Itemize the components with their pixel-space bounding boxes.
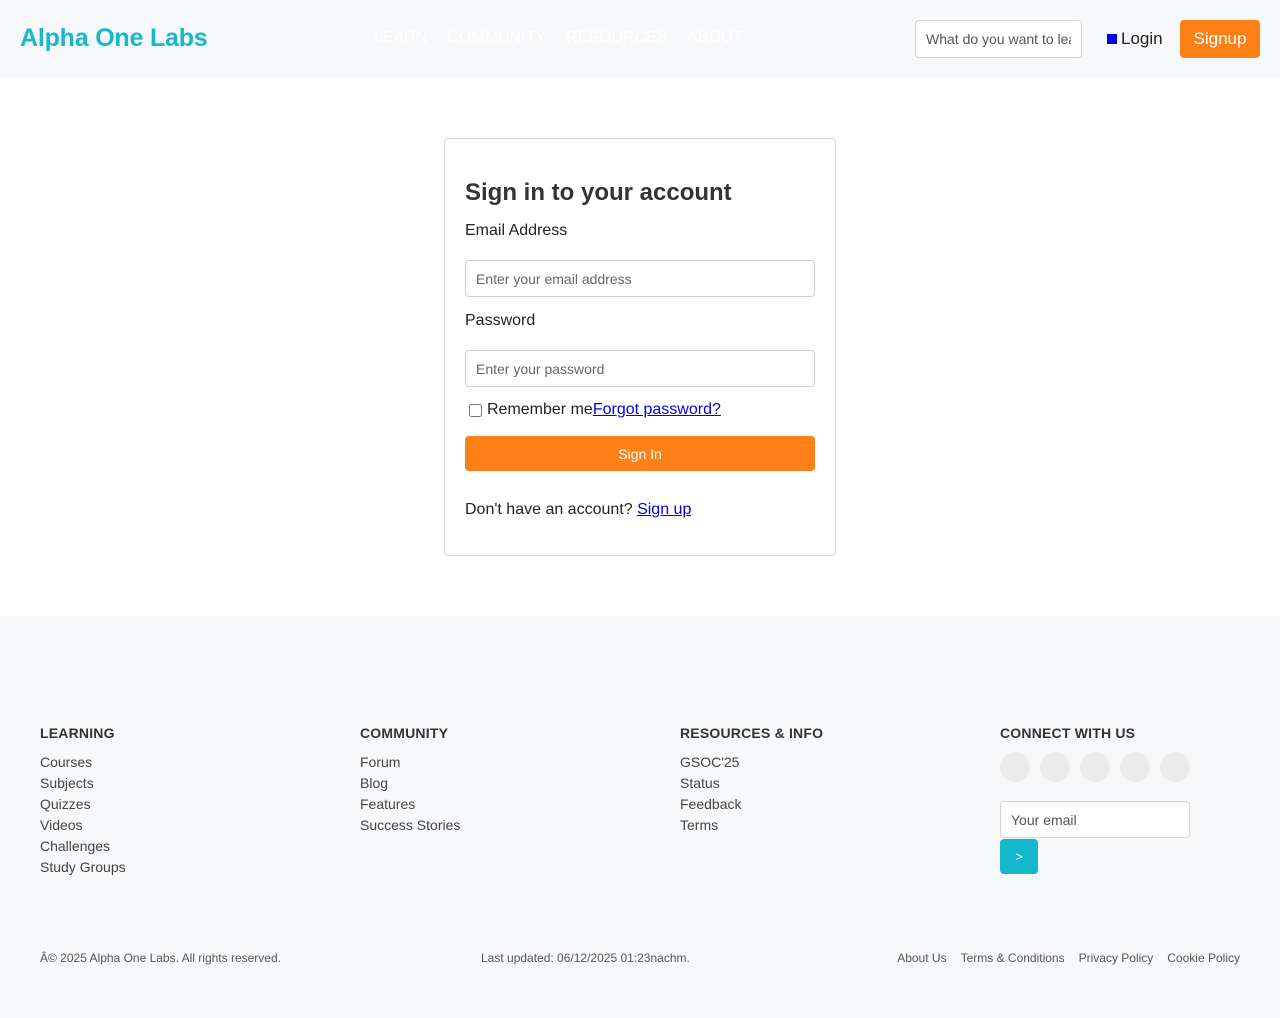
footer-resources: RESOURCES & INFO GSOC'25 Status Feedback… [680, 725, 823, 836]
footer-link-features[interactable]: Features [360, 794, 460, 815]
footer-link-videos[interactable]: Videos [40, 815, 126, 836]
social-links [1000, 752, 1190, 782]
email-label: Email Address [465, 222, 568, 239]
signin-title: Sign in to your account [465, 179, 732, 206]
footer-link-terms[interactable]: Terms [680, 815, 823, 836]
remember-label: Remember me [487, 401, 593, 418]
footer-learning: LEARNING Courses Subjects Quizzes Videos… [40, 725, 126, 878]
newsletter-email-input[interactable] [1000, 801, 1190, 838]
site-header: Alpha One Labs LEARN COMMUNITY RESOURCES… [0, 0, 1280, 78]
no-account-row: Don't have an account? Sign up [465, 501, 691, 519]
remember-checkbox[interactable] [469, 403, 482, 417]
remember-row: Remember me Forgot password? [469, 401, 721, 419]
footer-connect: CONNECT WITH US > [1000, 725, 1190, 874]
footer-link-quizzes[interactable]: Quizzes [40, 794, 126, 815]
footer-legal-links: About Us Terms & Conditions Privacy Poli… [897, 951, 1240, 965]
footer-learning-title: LEARNING [40, 725, 115, 741]
login-icon [1107, 34, 1117, 44]
footer-link-feedback[interactable]: Feedback [680, 794, 823, 815]
nav-about[interactable]: ABOUT [687, 29, 742, 47]
search-input[interactable] [915, 20, 1082, 58]
newsletter-submit-button[interactable]: > [1000, 839, 1038, 874]
footer-link-status[interactable]: Status [680, 773, 823, 794]
footer-resources-title: RESOURCES & INFO [680, 725, 824, 741]
main-nav: LEARN COMMUNITY RESOURCES ABOUT [374, 29, 743, 47]
site-logo[interactable]: Alpha One Labs [20, 24, 208, 53]
footer-link-subjects[interactable]: Subjects [40, 773, 126, 794]
login-link[interactable]: Login [1107, 29, 1163, 49]
password-field[interactable] [465, 350, 815, 387]
footer-link-success-stories[interactable]: Success Stories [360, 815, 460, 836]
footer-link-challenges[interactable]: Challenges [40, 836, 126, 857]
footer-link-about-us[interactable]: About Us [897, 951, 946, 965]
last-updated-text: Last updated: 06/12/2025 01:23nachm. [481, 951, 690, 965]
footer-link-cookie-policy[interactable]: Cookie Policy [1167, 951, 1240, 965]
signin-card: Sign in to your account Email Address Pa… [444, 138, 836, 556]
signup-link[interactable]: Sign up [637, 501, 691, 518]
social-icon[interactable] [1000, 752, 1030, 782]
nav-community[interactable]: COMMUNITY [447, 29, 546, 47]
footer-link-courses[interactable]: Courses [40, 752, 126, 773]
social-icon[interactable] [1160, 752, 1190, 782]
social-icon[interactable] [1080, 752, 1110, 782]
email-field[interactable] [465, 260, 815, 297]
footer-community: COMMUNITY Forum Blog Features Success St… [360, 725, 460, 836]
site-footer: LEARNING Courses Subjects Quizzes Videos… [0, 616, 1280, 1018]
footer-link-blog[interactable]: Blog [360, 773, 460, 794]
forgot-password-link[interactable]: Forgot password? [593, 401, 721, 419]
nav-learn[interactable]: LEARN [374, 29, 427, 47]
footer-link-study-groups[interactable]: Study Groups [40, 857, 126, 878]
signup-button[interactable]: Signup [1180, 20, 1260, 58]
footer-community-title: COMMUNITY [360, 725, 449, 741]
footer-connect-title: CONNECT WITH US [1000, 725, 1136, 741]
password-label: Password [465, 312, 536, 329]
nav-resources[interactable]: RESOURCES [566, 29, 667, 47]
footer-link-gsoc[interactable]: GSOC'25 [680, 752, 823, 773]
copyright-text: Â© 2025 Alpha One Labs. All rights reser… [40, 951, 281, 965]
footer-link-forum[interactable]: Forum [360, 752, 460, 773]
social-icon[interactable] [1040, 752, 1070, 782]
login-label: Login [1121, 29, 1163, 48]
no-account-text: Don't have an account? [465, 501, 633, 518]
signin-button[interactable]: Sign In [465, 436, 815, 471]
social-icon[interactable] [1120, 752, 1150, 782]
footer-link-privacy-policy[interactable]: Privacy Policy [1079, 951, 1154, 965]
footer-link-terms-conditions[interactable]: Terms & Conditions [961, 951, 1065, 965]
